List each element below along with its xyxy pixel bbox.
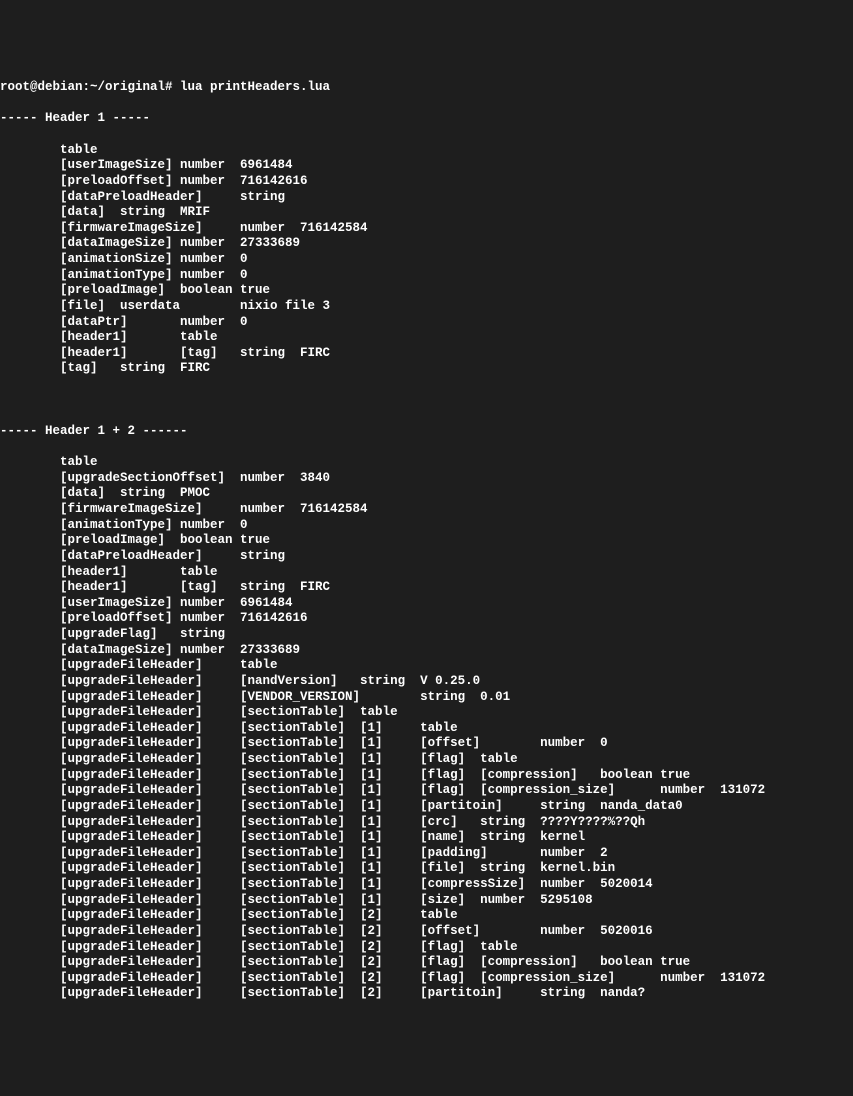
output-line: [tag] string FIRC xyxy=(0,361,853,377)
output-line: [data] string PMOC xyxy=(0,486,853,502)
output-line: [upgradeFileHeader] [sectionTable] [1] [… xyxy=(0,893,853,909)
output-line: [upgradeFileHeader] [sectionTable] [1] [… xyxy=(0,830,853,846)
output-line: [preloadImage] boolean true xyxy=(0,283,853,299)
output-line: [preloadOffset] number 716142616 xyxy=(0,174,853,190)
output-line: [upgradeFileHeader] [sectionTable] [1] [… xyxy=(0,877,853,893)
output-line: [upgradeFileHeader] [sectionTable] [2] [… xyxy=(0,971,853,987)
output-line: [upgradeFileHeader] [sectionTable] [1] [… xyxy=(0,736,853,752)
output-line: [upgradeFileHeader] [VENDOR_VERSION] str… xyxy=(0,690,853,706)
output-line: [animationType] number 0 xyxy=(0,268,853,284)
output-line: [preloadOffset] number 716142616 xyxy=(0,611,853,627)
output-line: [upgradeFileHeader] [sectionTable] [1] [… xyxy=(0,846,853,862)
output-line: [upgradeFileHeader] [sectionTable] [2] [… xyxy=(0,924,853,940)
output-line: [upgradeFileHeader] [sectionTable] [2] [… xyxy=(0,986,853,1002)
header1-lines: table [userImageSize] number 6961484 [pr… xyxy=(0,143,853,377)
output-line: [preloadImage] boolean true xyxy=(0,533,853,549)
output-line: [upgradeFileHeader] [sectionTable] [1] [… xyxy=(0,815,853,831)
output-line: [dataPtr] number 0 xyxy=(0,315,853,331)
output-line: [data] string MRIF xyxy=(0,205,853,221)
output-line: [animationSize] number 0 xyxy=(0,252,853,268)
header2-title: ----- Header 1 + 2 ------ xyxy=(0,424,853,440)
output-line: [upgradeFileHeader] [sectionTable] table xyxy=(0,705,853,721)
output-line: [userImageSize] number 6961484 xyxy=(0,158,853,174)
output-line: [upgradeFileHeader] [sectionTable] [1] [… xyxy=(0,768,853,784)
header1-title: ----- Header 1 ----- xyxy=(0,111,853,127)
output-line: table xyxy=(0,143,853,159)
header2-lines: table [upgradeSectionOffset] number 3840… xyxy=(0,455,853,1002)
blank-line xyxy=(0,393,853,409)
output-line: [upgradeFlag] string xyxy=(0,627,853,643)
output-line: [upgradeFileHeader] [sectionTable] [1] [… xyxy=(0,783,853,799)
output-line: [upgradeFileHeader] [nandVersion] string… xyxy=(0,674,853,690)
output-line: [firmwareImageSize] number 716142584 xyxy=(0,502,853,518)
output-line: [header1] [tag] string FIRC xyxy=(0,346,853,362)
output-line: [upgradeFileHeader] [sectionTable] [1] [… xyxy=(0,752,853,768)
output-line: [dataImageSize] number 27333689 xyxy=(0,643,853,659)
output-line: [header1] [tag] string FIRC xyxy=(0,580,853,596)
output-line: [dataPreloadHeader] string xyxy=(0,190,853,206)
output-line: [animationType] number 0 xyxy=(0,518,853,534)
output-line: [upgradeFileHeader] [sectionTable] [2] [… xyxy=(0,955,853,971)
command-prompt: root@debian:~/original# lua printHeaders… xyxy=(0,80,853,96)
output-line: [upgradeFileHeader] [sectionTable] [1] t… xyxy=(0,721,853,737)
output-line: [header1] table xyxy=(0,565,853,581)
output-line: [userImageSize] number 6961484 xyxy=(0,596,853,612)
terminal-output: root@debian:~/original# lua printHeaders… xyxy=(0,63,853,1018)
output-line: table xyxy=(0,455,853,471)
output-line: [dataImageSize] number 27333689 xyxy=(0,236,853,252)
output-line: [header1] table xyxy=(0,330,853,346)
output-line: [firmwareImageSize] number 716142584 xyxy=(0,221,853,237)
output-line: [upgradeFileHeader] table xyxy=(0,658,853,674)
output-line: [upgradeFileHeader] [sectionTable] [1] [… xyxy=(0,799,853,815)
output-line: [upgradeFileHeader] [sectionTable] [1] [… xyxy=(0,861,853,877)
output-line: [upgradeFileHeader] [sectionTable] [2] t… xyxy=(0,908,853,924)
output-line: [file] userdata nixio file 3 xyxy=(0,299,853,315)
output-line: [upgradeSectionOffset] number 3840 xyxy=(0,471,853,487)
output-line: [dataPreloadHeader] string xyxy=(0,549,853,565)
output-line: [upgradeFileHeader] [sectionTable] [2] [… xyxy=(0,940,853,956)
